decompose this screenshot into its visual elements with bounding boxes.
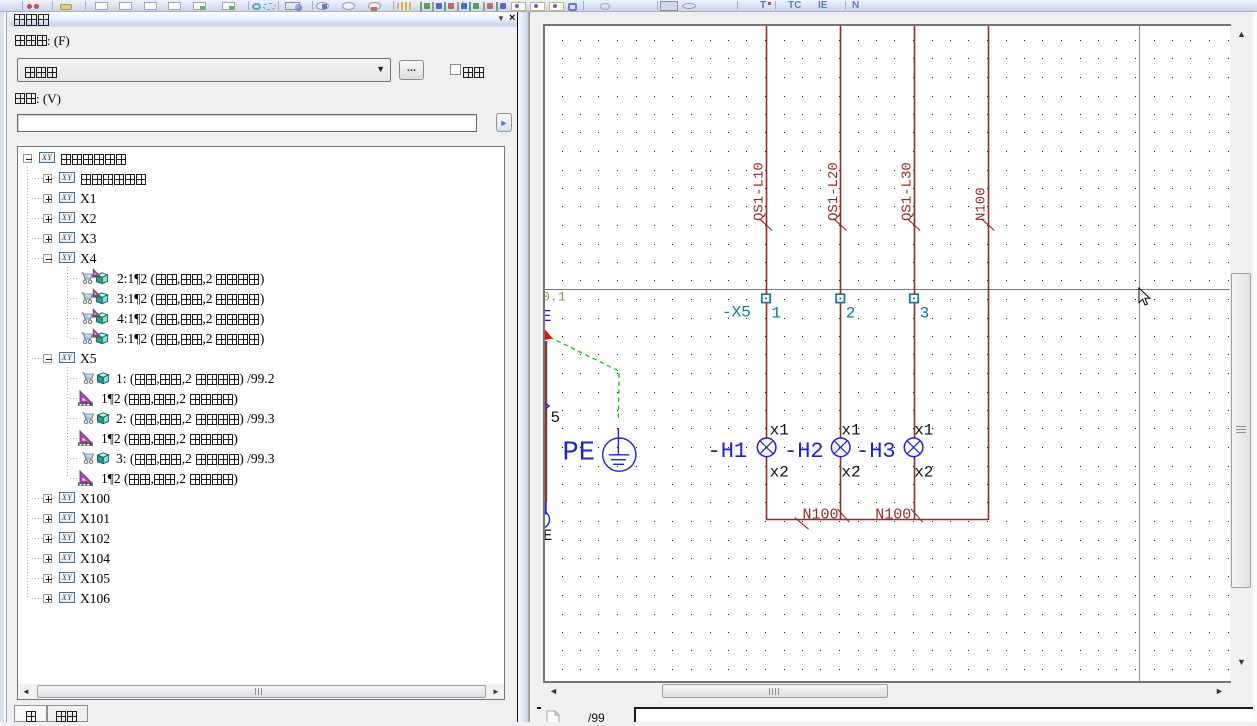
svg-text:E: E — [545, 307, 552, 326]
svg-text:N100: N100 — [803, 506, 839, 523]
svg-text:1: 1 — [772, 305, 782, 323]
svg-text:E: E — [545, 527, 552, 545]
svg-text:-H3: -H3 — [856, 439, 896, 464]
svg-text:x2: x2 — [770, 464, 789, 482]
svg-text:x1: x1 — [841, 422, 860, 440]
svg-text:x1: x1 — [770, 422, 789, 440]
svg-text:N100: N100 — [875, 506, 911, 523]
svg-text:2: 2 — [846, 305, 856, 323]
svg-text:N100: N100 — [974, 187, 990, 221]
svg-text:QS1-L30: QS1-L30 — [900, 162, 916, 221]
svg-text:x2: x2 — [914, 464, 933, 482]
svg-text:1: 1 — [558, 290, 566, 305]
svg-text:3: 3 — [920, 305, 930, 323]
svg-text:QS1-L10: QS1-L10 — [752, 162, 768, 221]
svg-text:x1: x1 — [914, 422, 933, 440]
svg-text:-X5: -X5 — [722, 304, 751, 322]
svg-text:0.: 0. — [545, 290, 558, 305]
svg-text:5: 5 — [551, 409, 561, 427]
svg-text:PE: PE — [563, 439, 595, 469]
svg-text:-H2: -H2 — [784, 439, 824, 464]
svg-text:QS1-L20: QS1-L20 — [826, 162, 842, 221]
svg-text:-H1: -H1 — [708, 439, 748, 464]
svg-text:x2: x2 — [841, 464, 860, 482]
